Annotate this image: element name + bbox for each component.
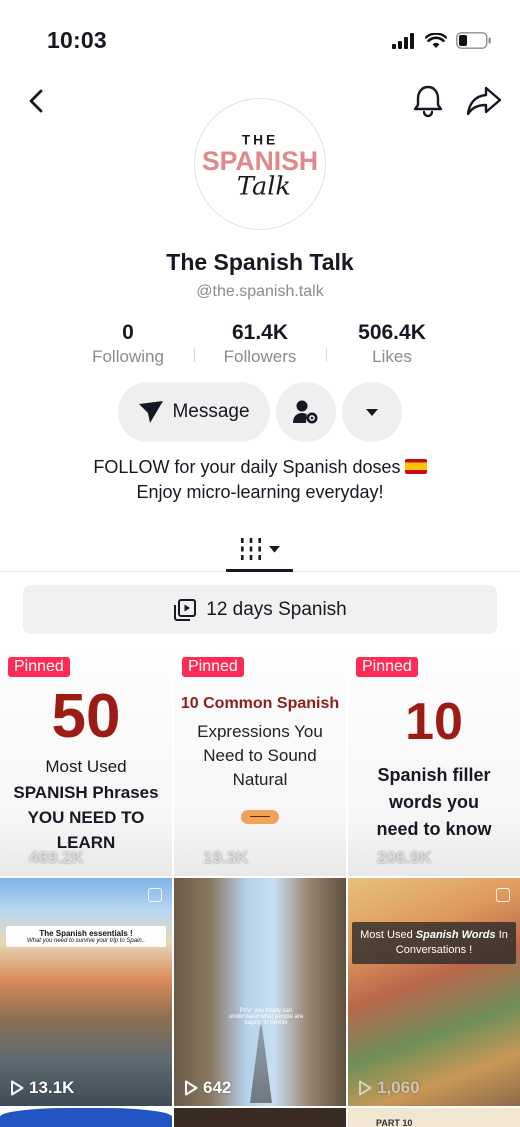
play-icon [11,850,24,866]
view-count: 19.3K [184,848,248,868]
clock: 10:03 [47,27,107,53]
followers-stat[interactable]: 61.4K Followers [194,320,326,370]
play-icon [185,1080,198,1096]
video-tile[interactable] [0,1108,172,1127]
following-label: Following [92,347,164,366]
video-tile[interactable] [174,1108,346,1127]
view-count: 13.1K [10,1078,74,1098]
message-button-label: Message [172,401,250,422]
video-tile[interactable]: PoV: you finally can understand what peo… [174,878,346,1106]
wifi-icon [425,32,447,48]
grid-icon [241,538,261,560]
brand-logo: THE SPANISH Talk [202,132,318,202]
thumbnail-caption: PART 10 [348,1108,520,1127]
thumbnail-caption: The Spanish essentials ! What you need t… [6,926,166,947]
arrow-icon [241,810,279,824]
thumbnail-caption: Most Used Spanish Words In Conversations… [352,922,516,964]
following-count: 0 [122,321,134,344]
thumbnail-text: Most Used [45,757,127,776]
checkbox-icon [148,888,162,902]
bio-line-2: Enjoy micro-learning everyday! [136,482,384,502]
cellular-signal-icon [392,32,414,49]
pinned-badge: Pinned [182,657,244,677]
video-tile[interactable]: PART 10 [348,1108,520,1127]
person-settings-icon [293,400,318,424]
thumbnail-number: 50 [51,682,121,751]
video-tile[interactable]: Pinned 10 Common Spanish Expressions You… [174,648,346,876]
video-grid: Pinned 50 Most Used SPANISH Phrases YOU N… [0,648,520,1127]
video-tile[interactable]: The Spanish essentials ! What you need t… [0,878,172,1106]
followers-count: 61.4K [231,321,289,344]
video-tile[interactable]: Most Used Spanish Words In Conversations… [348,878,520,1106]
view-count: 642 [184,1078,231,1098]
thumbnail-title: Spanish filler words you need to know [376,765,492,839]
battery-icon [456,32,491,49]
thumbnail-image [348,878,520,1106]
thumbnail-title: SPANISH Phrases YOU NEED TO LEARN [13,783,159,852]
likes-label: Likes [372,347,412,366]
view-count: 1,060 [358,1078,420,1098]
likes-stat[interactable]: 506.4K Likes [326,320,458,370]
send-icon [139,401,164,423]
video-tile[interactable]: Pinned 50 Most Used SPANISH Phrases YOU N… [0,648,172,876]
playlist-icon [174,598,197,621]
display-name: The Spanish Talk [166,249,354,275]
content-tab-bar [0,522,520,572]
likes-count: 506.4K [358,321,426,344]
back-icon[interactable] [22,86,52,116]
play-icon [11,1080,24,1096]
more-options-button[interactable] [342,382,402,442]
view-count: 206.9K [358,848,432,868]
suggested-accounts-button[interactable] [276,382,336,442]
following-stat[interactable]: 0 Following [62,320,194,370]
play-icon [185,850,198,866]
bio-line-1: FOLLOW for your daily Spanish doses [93,457,401,477]
username-handle: @the.spanish.talk [196,283,324,300]
active-tab-indicator [226,569,293,572]
status-bar: 10:03 [0,0,520,80]
followers-label: Followers [223,347,297,366]
pinned-badge: Pinned [8,657,70,677]
playlist-label: 12 days Spanish [206,598,347,620]
caret-down-icon [269,545,280,552]
video-tile[interactable]: Pinned 10 Spanish filler words you need to… [348,648,520,876]
profile-bio: FOLLOW for your daily Spanish doses Enjo… [0,455,520,505]
playlist-button[interactable]: 12 days Spanish [23,585,497,634]
spain-flag-icon [404,459,427,474]
status-icons [392,32,492,49]
svg-text:Talk: Talk [237,172,291,202]
thumbnail-image [174,1108,346,1127]
profile-stats: 0 Following 61.4K Followers 506.4K Likes [62,320,458,370]
checkbox-icon [496,888,510,902]
view-count: 469.2K [10,848,84,868]
pinned-badge: Pinned [356,657,418,677]
thumbnail-number: 10 [405,693,463,751]
message-button[interactable]: Message [118,382,270,442]
bell-icon[interactable] [410,83,446,119]
thumbnail-image [0,878,172,1106]
thumbnail-text: Expressions You Need to Sound Natural [197,722,323,789]
profile-actions: Message [118,382,402,442]
play-icon [359,1080,372,1096]
share-icon[interactable] [465,83,503,119]
thumbnail-image [0,1108,172,1127]
play-icon [359,850,372,866]
avatar[interactable]: THE SPANISH Talk [194,98,326,230]
tab-videos[interactable] [226,528,293,570]
caret-down-icon [366,408,378,416]
thumbnail-caption: PoV: you finally can understand what peo… [228,1008,304,1026]
thumbnail-title: 10 Common Spanish [180,695,340,712]
